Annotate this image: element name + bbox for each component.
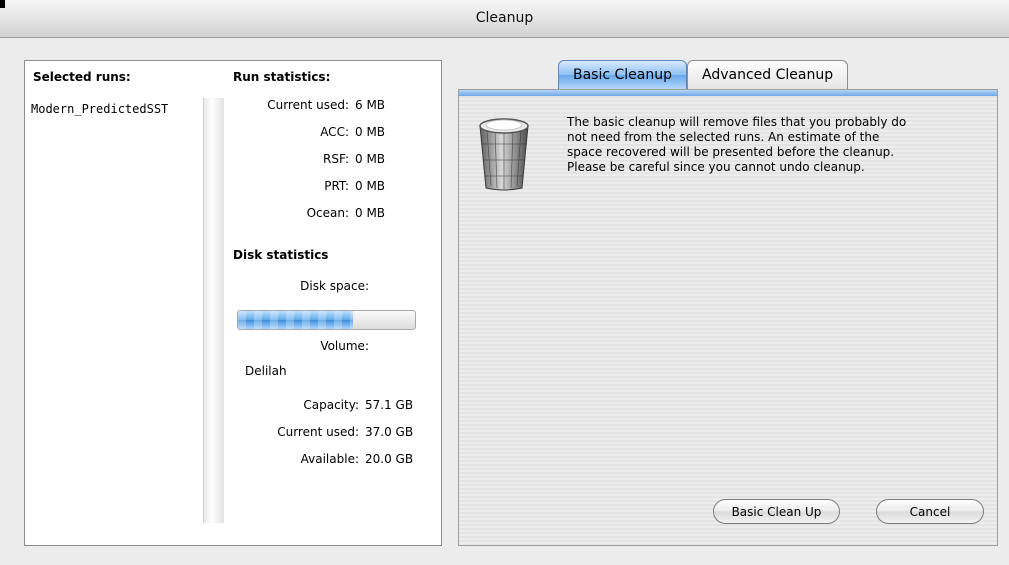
- disk-available: Available: 20.0 GB: [231, 452, 431, 470]
- window-corner: [0, 0, 5, 8]
- runs-list[interactable]: Modern_PredictedSST: [31, 98, 221, 523]
- volume-label: Volume:: [320, 339, 369, 353]
- run-item[interactable]: Modern_PredictedSST: [31, 102, 168, 116]
- stat-value: 20.0 GB: [365, 452, 414, 466]
- cancel-button[interactable]: Cancel: [876, 499, 984, 524]
- run-statistics-heading: Run statistics:: [233, 70, 331, 84]
- window-title: Cleanup: [475, 10, 534, 26]
- disk-space-label: Disk space:: [300, 279, 369, 293]
- disk-current-used: Current used: 37.0 GB: [231, 425, 431, 443]
- stat-label: Current used:: [277, 425, 359, 439]
- description-line: Please be careful since you cannot undo …: [567, 160, 865, 174]
- selected-runs-label: Selected runs:: [33, 70, 131, 84]
- basic-cleanup-description: The basic cleanup will remove files that…: [567, 115, 992, 175]
- stat-value: 37.0 GB: [365, 425, 414, 439]
- runs-panel: Selected runs: Modern_PredictedSST Run s…: [24, 60, 442, 546]
- disk-statistics-heading: Disk statistics: [233, 248, 329, 262]
- trash-can-icon: [479, 118, 529, 191]
- tab-basic-cleanup[interactable]: Basic Cleanup: [558, 60, 688, 89]
- basic-cleanup-pane: The basic cleanup will remove files that…: [458, 89, 998, 546]
- tab-advanced-cleanup[interactable]: Advanced Cleanup: [687, 60, 849, 89]
- stat-acc: ACC: 0 MB: [231, 125, 431, 143]
- stat-label: Ocean:: [306, 206, 349, 220]
- tab-bar: Basic Cleanup Advanced Cleanup: [558, 60, 849, 90]
- disk-capacity: Capacity: 57.1 GB: [231, 398, 431, 416]
- stat-ocean: Ocean: 0 MB: [231, 206, 431, 224]
- stat-value: 0 MB: [355, 206, 386, 220]
- title-bar: Cleanup: [0, 0, 1009, 38]
- stat-label: PRT:: [324, 179, 349, 193]
- statistics-column: Run statistics: Current used: 6 MB ACC: …: [231, 61, 441, 541]
- stat-label: Available:: [300, 452, 359, 466]
- stat-value: 0 MB: [355, 152, 386, 166]
- stat-current-used: Current used: 6 MB: [231, 98, 431, 116]
- stat-label: Current used:: [267, 98, 349, 112]
- runs-scrollbar[interactable]: [203, 98, 224, 523]
- stat-rsf: RSF: 0 MB: [231, 152, 431, 170]
- disk-space-bar: [237, 310, 416, 330]
- description-line: not need from the selected runs. An esti…: [567, 130, 880, 144]
- basic-clean-up-button[interactable]: Basic Clean Up: [713, 499, 840, 524]
- tab-accent-stripe: [459, 90, 997, 96]
- disk-space-row: Disk space:: [231, 279, 431, 297]
- stat-value: 57.1 GB: [365, 398, 414, 412]
- volume-name: Delilah: [245, 364, 287, 378]
- stat-label: ACC:: [320, 125, 349, 139]
- stat-value: 6 MB: [355, 98, 386, 112]
- stat-value: 0 MB: [355, 125, 386, 139]
- volume-row: Volume:: [231, 339, 431, 357]
- disk-space-fill: [238, 311, 353, 329]
- volume-name-row: Delilah: [231, 364, 431, 382]
- description-line: space recovered will be presented before…: [567, 145, 895, 159]
- stat-value: 0 MB: [355, 179, 386, 193]
- stat-label: Capacity:: [303, 398, 359, 412]
- description-line: The basic cleanup will remove files that…: [567, 115, 907, 129]
- stat-label: RSF:: [323, 152, 349, 166]
- stat-prt: PRT: 0 MB: [231, 179, 431, 197]
